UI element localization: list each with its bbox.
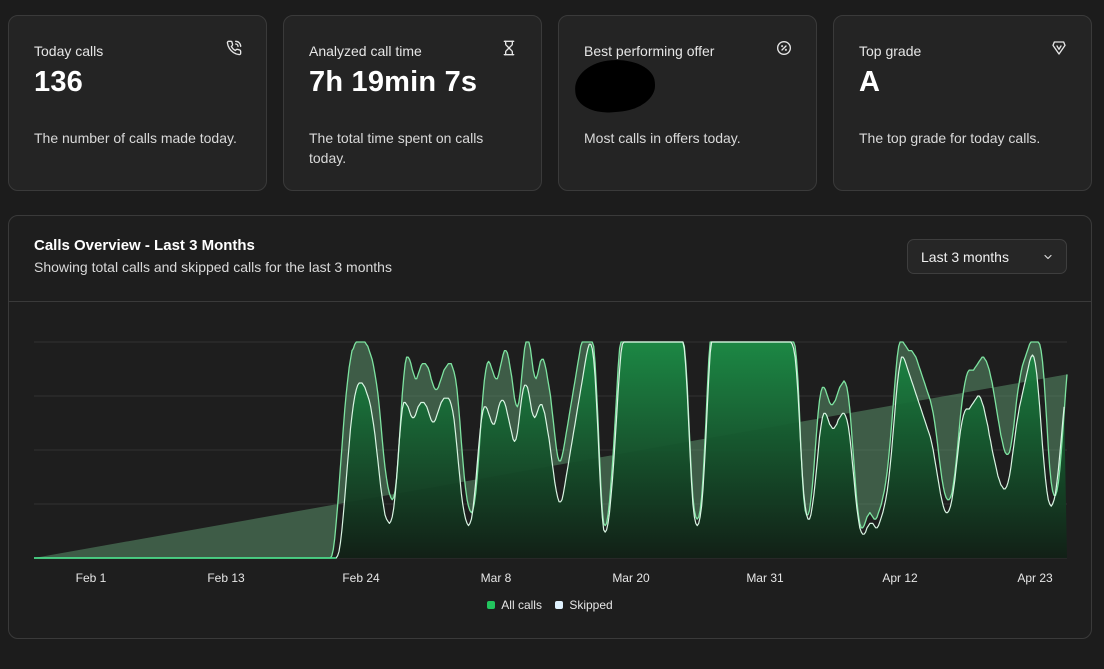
card-best-performing-offer: Best performing offer Most calls in offe… — [558, 15, 817, 191]
award-badge-icon — [1051, 40, 1067, 56]
chart-svg: Feb 1 Feb 13 Feb 24 Mar 8 Mar 20 Mar 31 Apr 12… — [34, 341, 1068, 585]
legend-label: All calls — [501, 598, 542, 612]
x-tick-label: Feb 24 — [342, 571, 380, 585]
x-axis-ticks: Feb 1 Feb 13 Feb 24 Mar 8 Mar 20 Mar 31 Apr 12… — [76, 571, 1053, 585]
card-analyzed-call-time: Analyzed call time 7h 19min 7s The total… — [283, 15, 542, 191]
x-tick-label: Mar 20 — [612, 571, 650, 585]
card-label: Best performing offer — [584, 43, 715, 59]
card-top-grade: Top grade A The top grade for today call… — [833, 15, 1092, 191]
panel-title: Calls Overview - Last 3 Months — [34, 237, 255, 254]
stat-cards: Today calls 136 The number of calls made… — [8, 15, 1092, 191]
date-range-value: Last 3 months — [921, 249, 1009, 265]
chevron-down-icon — [1042, 251, 1054, 263]
x-tick-label: Apr 23 — [1017, 571, 1053, 585]
legend-label: Skipped — [569, 598, 613, 612]
x-tick-label: Mar 8 — [481, 571, 512, 585]
phone-call-icon — [226, 40, 242, 56]
legend-item-skipped[interactable]: Skipped — [555, 598, 613, 612]
card-value: A — [859, 66, 881, 98]
x-tick-label: Mar 31 — [746, 571, 784, 585]
x-tick-label: Feb 1 — [76, 571, 107, 585]
card-description: The top grade for today calls. — [859, 130, 1041, 146]
chart-legend: All calls Skipped — [9, 598, 1091, 612]
date-range-select[interactable]: Last 3 months — [907, 239, 1067, 274]
card-description: Most calls in offers today. — [584, 130, 741, 146]
card-description: The number of calls made today. — [34, 130, 237, 146]
calls-area-chart[interactable]: Feb 1 Feb 13 Feb 24 Mar 8 Mar 20 Mar 31 Apr 12… — [9, 302, 1091, 638]
badge-percent-icon — [776, 40, 792, 56]
legend-swatch — [555, 601, 564, 609]
redacted-value-mark — [573, 57, 657, 115]
card-label: Today calls — [34, 43, 104, 59]
card-description: The total time spent on calls today. — [309, 130, 484, 166]
card-value: 136 — [34, 66, 83, 98]
card-label: Top grade — [859, 43, 922, 59]
card-today-calls: Today calls 136 The number of calls made… — [8, 15, 267, 191]
legend-swatch — [487, 601, 496, 609]
hourglass-icon — [501, 40, 517, 56]
legend-item-all-calls[interactable]: All calls — [487, 598, 542, 612]
x-tick-label: Feb 13 — [207, 571, 245, 585]
card-label: Analyzed call time — [309, 43, 422, 59]
x-tick-label: Apr 12 — [882, 571, 918, 585]
card-value: 7h 19min 7s — [309, 66, 478, 98]
panel-subtitle: Showing total calls and skipped calls fo… — [34, 259, 392, 275]
calls-overview-panel: Calls Overview - Last 3 Months Showing t… — [8, 215, 1092, 639]
